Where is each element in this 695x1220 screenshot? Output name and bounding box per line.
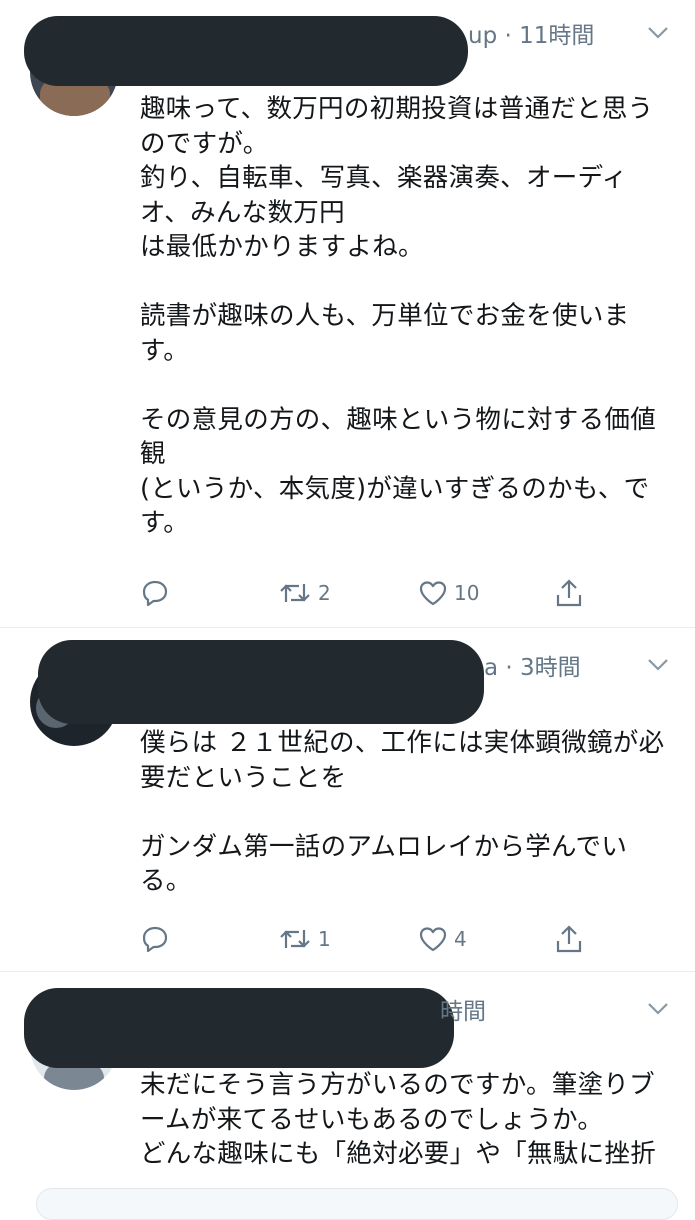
handle-fragment: up <box>468 23 498 49</box>
retweet-icon <box>280 584 310 602</box>
tweet-meta: up · 11時間 <box>468 16 594 50</box>
tweet[interactable]: up · 11時間 趣味って、数万円の初期投資は普通だと思うのですが。 釣り、自… <box>0 0 695 627</box>
meta-separator: · <box>497 23 520 49</box>
share-button[interactable] <box>554 576 584 610</box>
redacted-username <box>24 16 468 86</box>
reply-icon <box>142 926 168 953</box>
tweet-time[interactable]: 11時間 <box>519 23 594 49</box>
tweet-time[interactable]: 時間 <box>440 999 486 1025</box>
tweet[interactable]: 時間 未だにそう言う方がいるのですか。筆塗りブームが来てるせいもあるのでしょうか… <box>0 972 695 1200</box>
reply-button[interactable] <box>140 922 176 956</box>
chevron-down-icon[interactable] <box>647 1002 669 1016</box>
tweet-actions: 1 4 <box>140 922 660 956</box>
tweet[interactable]: a · 3時間 僕らは ２１世紀の、工作には実体顕微鏡が必要だということを ガン… <box>0 628 695 971</box>
tweet-text: 趣味って、数万円の初期投資は普通だと思うのですが。 釣り、自転車、写真、楽器演奏… <box>140 94 657 538</box>
reply-compose-bar[interactable] <box>36 1188 678 1220</box>
like-button[interactable]: 4 <box>418 922 467 956</box>
reply-icon <box>142 580 168 607</box>
chevron-down-icon[interactable] <box>647 26 669 40</box>
tweet-actions: 2 10 <box>140 576 660 610</box>
tweet-meta: a · 3時間 <box>484 648 581 682</box>
handle-fragment: a <box>484 655 499 681</box>
reply-button[interactable] <box>140 576 176 610</box>
retweet-button[interactable]: 1 <box>278 922 331 956</box>
retweet-count: 2 <box>318 581 331 605</box>
like-count: 4 <box>454 927 467 951</box>
like-button[interactable]: 10 <box>418 576 479 610</box>
chevron-down-icon[interactable] <box>647 658 669 672</box>
tweet-meta: 時間 <box>440 992 486 1026</box>
redacted-username <box>24 988 454 1068</box>
tweet-text: 未だにそう言う方がいるのですか。筆塗りブームが来てるせいもあるのでしょうか。 ど… <box>140 1070 657 1169</box>
share-icon <box>556 579 582 607</box>
like-count: 10 <box>454 581 480 605</box>
retweet-icon <box>280 930 310 948</box>
retweet-button[interactable]: 2 <box>278 576 331 610</box>
retweet-count: 1 <box>318 927 331 951</box>
meta-separator: · <box>498 655 521 681</box>
redacted-username <box>38 640 484 724</box>
tweet-text: 僕らは ２１世紀の、工作には実体顕微鏡が必要だということを ガンダム第一話のアム… <box>140 728 665 896</box>
heart-icon <box>419 927 447 952</box>
tweet-time[interactable]: 3時間 <box>520 655 581 681</box>
share-icon <box>556 925 582 953</box>
heart-icon <box>419 581 447 606</box>
share-button[interactable] <box>554 922 584 956</box>
